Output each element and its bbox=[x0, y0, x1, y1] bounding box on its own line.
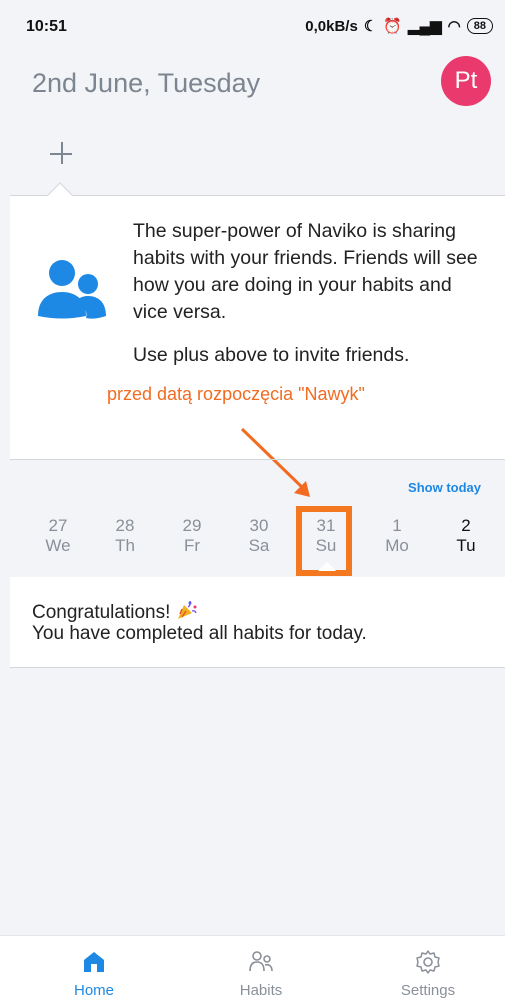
network-speed: 0,0kB/s bbox=[305, 17, 358, 35]
nav-habits-label: Habits bbox=[239, 982, 283, 999]
home-icon bbox=[84, 952, 104, 972]
friends-info-card: The super-power of Naviko is sharing hab… bbox=[10, 196, 505, 459]
habits-icon bbox=[249, 951, 273, 972]
party-popper-icon bbox=[177, 600, 197, 619]
completion-message: Congratulations! You have completed all … bbox=[10, 577, 505, 668]
annotation-highlight-box bbox=[296, 506, 352, 576]
date-strip: Show today 27 We 28 Th 29 Fr 30 Sa 31 Su… bbox=[10, 459, 505, 578]
nav-home[interactable]: Home bbox=[10, 936, 178, 1004]
day-number: 28 bbox=[115, 516, 135, 535]
selected-day-caret-icon bbox=[318, 562, 336, 571]
nav-settings-label: Settings bbox=[400, 982, 456, 999]
congrats-line: Congratulations! bbox=[32, 599, 198, 624]
nav-habits[interactable]: Habits bbox=[177, 936, 345, 1004]
status-time: 10:51 bbox=[26, 18, 67, 35]
friends-description: The super-power of Naviko is sharing hab… bbox=[133, 220, 478, 323]
bottom-navigation: Home Habits Settings bbox=[0, 935, 505, 1004]
gear-icon bbox=[416, 950, 440, 974]
alarm-icon: ⏰ bbox=[383, 18, 402, 35]
show-today-link[interactable]: Show today bbox=[408, 480, 481, 495]
status-icons: 0,0kB/s ☾ ⏰ ▂▄▆ ◠ 88 bbox=[305, 17, 493, 35]
page-title: 2nd June, Tuesday bbox=[32, 68, 261, 98]
day-item[interactable]: 29 Fr bbox=[167, 516, 217, 556]
caret-up-icon bbox=[47, 182, 73, 196]
invite-hint: Use plus above to invite friends. bbox=[133, 344, 410, 366]
avatar[interactable]: Pt bbox=[441, 56, 491, 106]
congrats-text: You have completed all habits for today. bbox=[32, 623, 367, 644]
day-weekday: Th bbox=[115, 536, 135, 555]
wifi-icon: ◠ bbox=[447, 18, 461, 35]
day-item[interactable]: 27 We bbox=[33, 516, 83, 556]
signal-icon: ▂▄▆ bbox=[407, 18, 442, 35]
congrats-title: Congratulations! bbox=[32, 602, 171, 623]
app-header: 2nd June, Tuesday Pt bbox=[0, 52, 505, 112]
day-weekday: Tu bbox=[456, 536, 476, 555]
day-weekday: We bbox=[45, 536, 71, 555]
friends-icon bbox=[38, 260, 106, 319]
day-item-today[interactable]: 2 Tu bbox=[441, 516, 491, 556]
day-number: 2 bbox=[461, 516, 471, 535]
status-bar: 10:51 0,0kB/s ☾ ⏰ ▂▄▆ ◠ 88 bbox=[0, 0, 505, 52]
day-item[interactable]: 1 Mo bbox=[372, 516, 422, 556]
day-weekday: Fr bbox=[183, 536, 201, 555]
day-number: 1 bbox=[392, 516, 402, 535]
moon-icon: ☾ bbox=[363, 18, 378, 35]
day-number: 30 bbox=[249, 516, 269, 535]
day-weekday: Sa bbox=[248, 536, 270, 555]
day-item[interactable]: 28 Th bbox=[100, 516, 150, 556]
annotation-text: przed datą rozpoczęcia "Nawyk" bbox=[107, 384, 365, 404]
add-friend-icon[interactable] bbox=[48, 140, 76, 168]
day-item[interactable]: 30 Sa bbox=[234, 516, 284, 556]
nav-settings[interactable]: Settings bbox=[344, 936, 505, 1004]
day-number: 27 bbox=[48, 516, 68, 535]
day-weekday: Mo bbox=[385, 536, 409, 555]
nav-home-label: Home bbox=[73, 982, 114, 999]
day-number: 29 bbox=[182, 516, 202, 535]
battery-icon: 88 bbox=[466, 18, 493, 34]
